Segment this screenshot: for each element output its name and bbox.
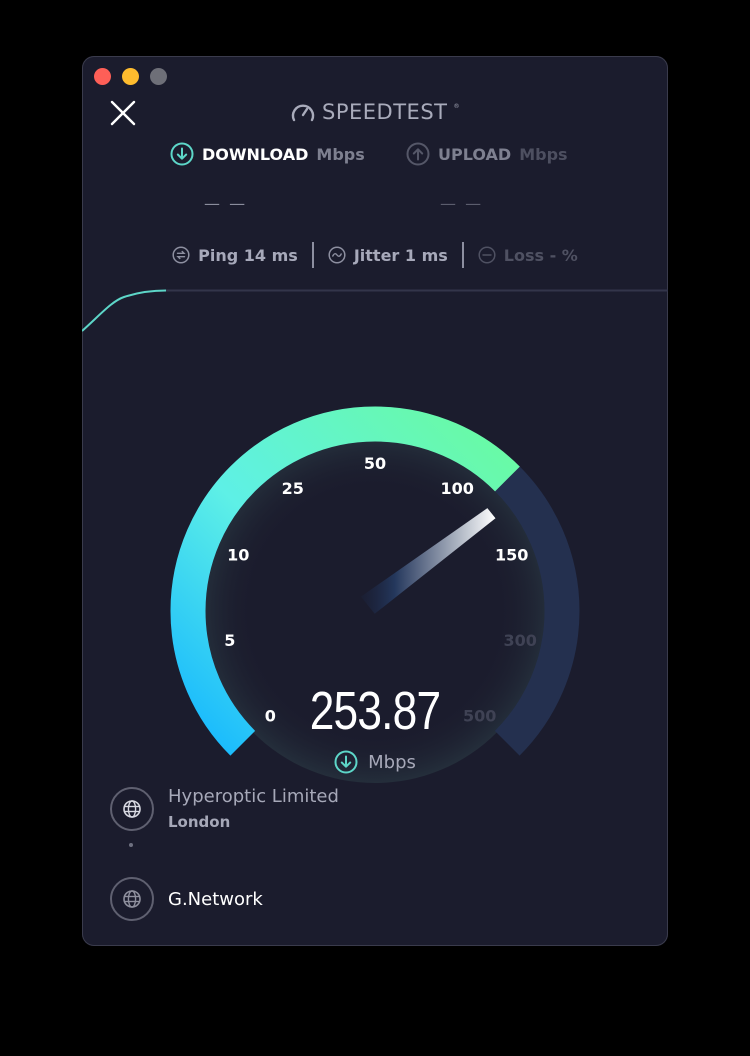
- jitter-text: Jitter 1 ms: [353, 245, 448, 265]
- connector-dot: [129, 843, 133, 847]
- download-unit: Mbps: [316, 144, 365, 164]
- ping-stat: Ping 14 ms: [172, 246, 298, 265]
- app-brand: SPEEDTEST ®: [82, 100, 668, 124]
- upload-label: UPLOAD: [438, 144, 512, 164]
- download-arrow-icon: [334, 750, 358, 774]
- host-globe-button[interactable]: [110, 877, 154, 921]
- gauge-tick-label: 10: [227, 545, 249, 564]
- gauge-tick-label: 50: [364, 454, 386, 473]
- upload-metric: UPLOAD Mbps — —: [406, 142, 568, 213]
- trademark: ®: [453, 102, 460, 110]
- host-name: G.Network: [168, 888, 263, 910]
- window-zoom-button[interactable]: [150, 68, 167, 85]
- speedometer-logo-icon: [291, 104, 315, 122]
- jitter-stat: Jitter 1 ms: [328, 246, 448, 265]
- stat-divider: [311, 242, 314, 268]
- server-isp[interactable]: Hyperoptic Limited London: [110, 786, 339, 831]
- gauge-tick-label: 100: [441, 479, 474, 498]
- isp-globe-button[interactable]: [110, 786, 154, 831]
- latency-stats: Ping 14 ms Jitter 1 ms Loss - %: [82, 242, 668, 268]
- isp-name: Hyperoptic Limited: [168, 786, 339, 807]
- jitter-icon: [328, 246, 346, 264]
- window-controls: [94, 68, 167, 85]
- stat-divider: [461, 242, 464, 268]
- ping-icon: [172, 246, 190, 264]
- speed-unit: Mbps: [82, 750, 668, 774]
- window-close-button[interactable]: [94, 68, 111, 85]
- download-value: — —: [204, 194, 248, 213]
- download-arrow-icon: [170, 142, 194, 166]
- upload-value: — —: [440, 194, 484, 213]
- current-speed-value: 253.87: [309, 681, 441, 741]
- graph-line: [82, 289, 167, 332]
- isp-location: London: [168, 813, 231, 831]
- metrics-row: DOWNLOAD Mbps — — UPLOAD Mbps — —: [170, 142, 668, 213]
- gauge-tick-label: 25: [282, 479, 304, 498]
- speedtest-window: SPEEDTEST® DOWNLOAD Mbps — — UPLOAD Mbp: [82, 56, 668, 946]
- loss-text: Loss - %: [503, 245, 578, 265]
- download-metric: DOWNLOAD Mbps — —: [170, 142, 406, 213]
- speed-history-graph: [82, 289, 668, 332]
- ping-text: Ping 14 ms: [198, 245, 298, 265]
- server-host[interactable]: G.Network: [110, 877, 263, 921]
- gauge-tick-label: 300: [503, 631, 536, 650]
- loss-stat: Loss - %: [478, 246, 578, 265]
- gauge-tick-label: 150: [495, 545, 528, 564]
- globe-icon: [123, 890, 141, 908]
- gauge-tick-label: 5: [224, 631, 235, 650]
- speed-unit-label: Mbps: [368, 751, 416, 773]
- upload-arrow-icon: [406, 142, 430, 166]
- upload-unit: Mbps: [519, 144, 568, 164]
- packet-loss-icon: [478, 246, 496, 264]
- window-minimize-button[interactable]: [122, 68, 139, 85]
- brand-name: SPEEDTEST: [322, 100, 448, 124]
- globe-icon: [123, 799, 141, 818]
- download-label: DOWNLOAD: [202, 144, 309, 164]
